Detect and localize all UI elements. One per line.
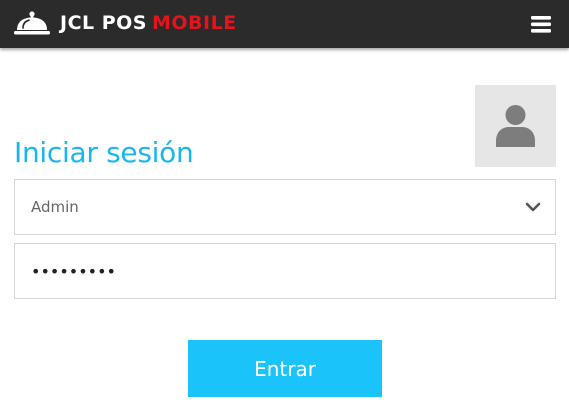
login-button[interactable]: Entrar xyxy=(188,340,382,397)
password-field[interactable] xyxy=(14,243,556,299)
avatar xyxy=(475,85,556,167)
user-select-value: Admin xyxy=(31,198,79,216)
login-title: Iniciar sesión xyxy=(14,136,194,169)
top-navbar: JCL POS MOBILE xyxy=(0,0,569,48)
service-bell-icon xyxy=(14,11,50,35)
chevron-down-icon xyxy=(525,202,541,212)
brand-name: JCL POS xyxy=(60,12,147,34)
user-select[interactable]: Admin xyxy=(14,179,556,235)
user-icon xyxy=(496,105,535,147)
hamburger-menu-icon[interactable] xyxy=(527,12,555,36)
brand-accent: MOBILE xyxy=(152,12,237,34)
app-brand: JCL POS MOBILE xyxy=(60,10,237,36)
